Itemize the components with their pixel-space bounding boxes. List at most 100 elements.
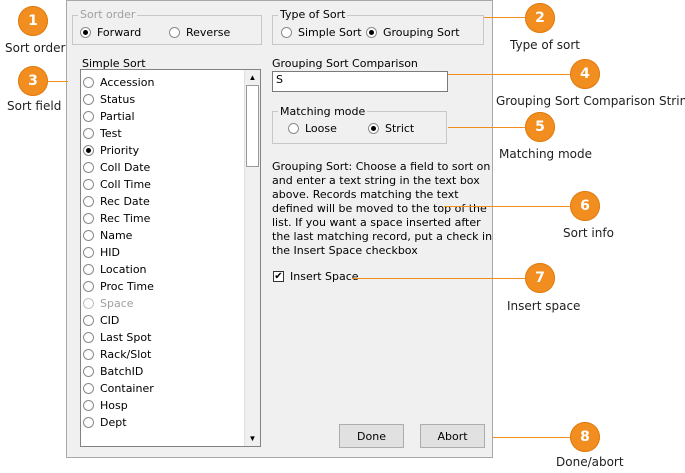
- sort-order-reverse-radio[interactable]: Reverse: [169, 26, 230, 39]
- sort-field-list[interactable]: Accession Status Partial Test Priority Coll D…: [80, 69, 261, 447]
- callout-6-label: Sort info: [563, 226, 614, 240]
- sort-field-label: CID: [100, 313, 120, 327]
- sort-field-option[interactable]: Space: [83, 295, 134, 311]
- grouping-sort-radio[interactable]: Grouping Sort: [366, 26, 460, 39]
- radio-indicator: [83, 314, 94, 326]
- matching-mode-title: Matching mode: [278, 105, 368, 118]
- callout-4-leader: [448, 74, 572, 75]
- callout-8-badge: 8: [570, 422, 600, 452]
- sort-field-option[interactable]: Priority: [83, 142, 139, 158]
- sort-field-option[interactable]: Rack/Slot: [83, 346, 151, 362]
- sort-field-label: BatchID: [100, 364, 144, 378]
- abort-button[interactable]: Abort: [420, 424, 485, 448]
- sort-field-label: Rec Time: [100, 211, 151, 225]
- sort-field-option[interactable]: Name: [83, 227, 132, 243]
- sort-field-option[interactable]: Test: [83, 125, 122, 141]
- done-button[interactable]: Done: [339, 424, 404, 448]
- sort-field-label: Priority: [100, 143, 140, 157]
- loose-label: Loose: [305, 122, 337, 135]
- sort-info-line: the Insert Space checkbox: [272, 244, 418, 257]
- radio-indicator: [83, 365, 94, 377]
- radio-indicator: [83, 195, 94, 207]
- sort-field-option[interactable]: Rec Date: [83, 193, 150, 209]
- sort-field-label: Last Spot: [100, 330, 152, 344]
- radio-indicator: [288, 123, 299, 134]
- insert-space-checkbox[interactable]: ✔ Insert Space: [273, 270, 359, 283]
- sort-field-option[interactable]: Last Spot: [83, 329, 151, 345]
- callout-2-badge: 2: [525, 3, 555, 33]
- sort-info-text: Grouping Sort: Choose a field to sort on…: [272, 160, 492, 258]
- sort-field-label: Rec Date: [100, 194, 150, 208]
- radio-indicator: [83, 280, 94, 292]
- sort-field-label: Status: [100, 92, 136, 106]
- grouping-comparison-input[interactable]: S: [272, 71, 448, 92]
- sort-field-option[interactable]: Dept: [83, 414, 127, 430]
- sort-field-label: Space: [100, 296, 134, 310]
- strict-label: Strict: [385, 122, 415, 135]
- radio-indicator: [83, 110, 94, 122]
- radio-indicator: [83, 212, 94, 224]
- sort-field-label: Coll Time: [100, 177, 151, 191]
- callout-6-badge: 6: [570, 191, 600, 221]
- matching-loose-radio[interactable]: Loose: [288, 122, 337, 135]
- sort-field-option[interactable]: BatchID: [83, 363, 143, 379]
- sort-field-option[interactable]: HID: [83, 244, 120, 260]
- callout-7-badge: 7: [525, 263, 555, 293]
- radio-indicator: [83, 144, 94, 156]
- sort-info-line: the last matching record, put a check in: [272, 230, 493, 243]
- radio-indicator: [83, 348, 94, 360]
- sort-field-option[interactable]: Rec Time: [83, 210, 150, 226]
- radio-indicator: [83, 263, 94, 275]
- sort-field-option[interactable]: Coll Time: [83, 176, 151, 192]
- callout-5-label: Matching mode: [499, 147, 593, 161]
- sort-field-label: HID: [100, 245, 120, 259]
- radio-indicator: [83, 416, 94, 428]
- sort-field-option[interactable]: Location: [83, 261, 147, 277]
- sort-info-line: Grouping Sort: Choose a field to sort on: [272, 160, 491, 173]
- sort-field-label: Container: [100, 381, 154, 395]
- callout-5-leader: [448, 127, 526, 128]
- radio-indicator: [83, 178, 94, 190]
- sort-field-label: Coll Date: [100, 160, 151, 174]
- sort-field-option[interactable]: Status: [83, 91, 135, 107]
- simple-sort-radio[interactable]: Simple Sort: [281, 26, 362, 39]
- radio-indicator: [83, 399, 94, 411]
- radio-indicator: [80, 27, 91, 38]
- sort-order-forward-radio[interactable]: Forward: [80, 26, 141, 39]
- sort-field-option[interactable]: Coll Date: [83, 159, 150, 175]
- matching-strict-radio[interactable]: Strict: [368, 122, 414, 135]
- callout-7-leader: [352, 278, 525, 279]
- sort-info-line: defined will be moved to the top of the: [272, 202, 487, 215]
- scroll-thumb[interactable]: [246, 85, 259, 167]
- radio-indicator: [366, 27, 377, 38]
- sort-field-option[interactable]: Hosp: [83, 397, 128, 413]
- sort-field-option[interactable]: Proc Time: [83, 278, 154, 294]
- scroll-down-icon[interactable]: ▼: [245, 431, 260, 446]
- radio-indicator: [83, 246, 94, 258]
- radio-indicator: [281, 27, 292, 38]
- sort-field-option[interactable]: CID: [83, 312, 119, 328]
- type-of-sort-title: Type of Sort: [278, 8, 348, 21]
- sort-field-option[interactable]: Partial: [83, 108, 135, 124]
- sort-field-option[interactable]: Accession: [83, 74, 154, 90]
- radio-indicator: [83, 297, 94, 309]
- callout-1-label: Sort order: [5, 41, 66, 55]
- sort-field-label: Rack/Slot: [100, 347, 152, 361]
- callout-7-label: Insert space: [507, 299, 581, 313]
- sort-field-label: Location: [100, 262, 147, 276]
- checkmark-icon: ✔: [273, 270, 284, 282]
- list-scrollbar[interactable]: ▲ ▼: [244, 70, 260, 446]
- sort-field-label: Name: [100, 228, 133, 242]
- radio-indicator: [83, 76, 94, 88]
- callout-2-leader: [484, 17, 526, 18]
- scroll-up-icon[interactable]: ▲: [245, 70, 260, 85]
- sort-info-line: and enter a text string in the text box: [272, 174, 480, 187]
- simple-sort-label: Simple Sort: [298, 26, 362, 39]
- sort-field-option[interactable]: Container: [83, 380, 154, 396]
- sort-order-title: Sort order: [78, 8, 138, 21]
- sort-field-label: Accession: [100, 75, 155, 89]
- radio-indicator: [83, 161, 94, 173]
- callout-4-badge: 4: [570, 59, 600, 89]
- grouping-comparison-label: Grouping Sort Comparison: [272, 57, 418, 70]
- sort-field-label: Partial: [100, 109, 135, 123]
